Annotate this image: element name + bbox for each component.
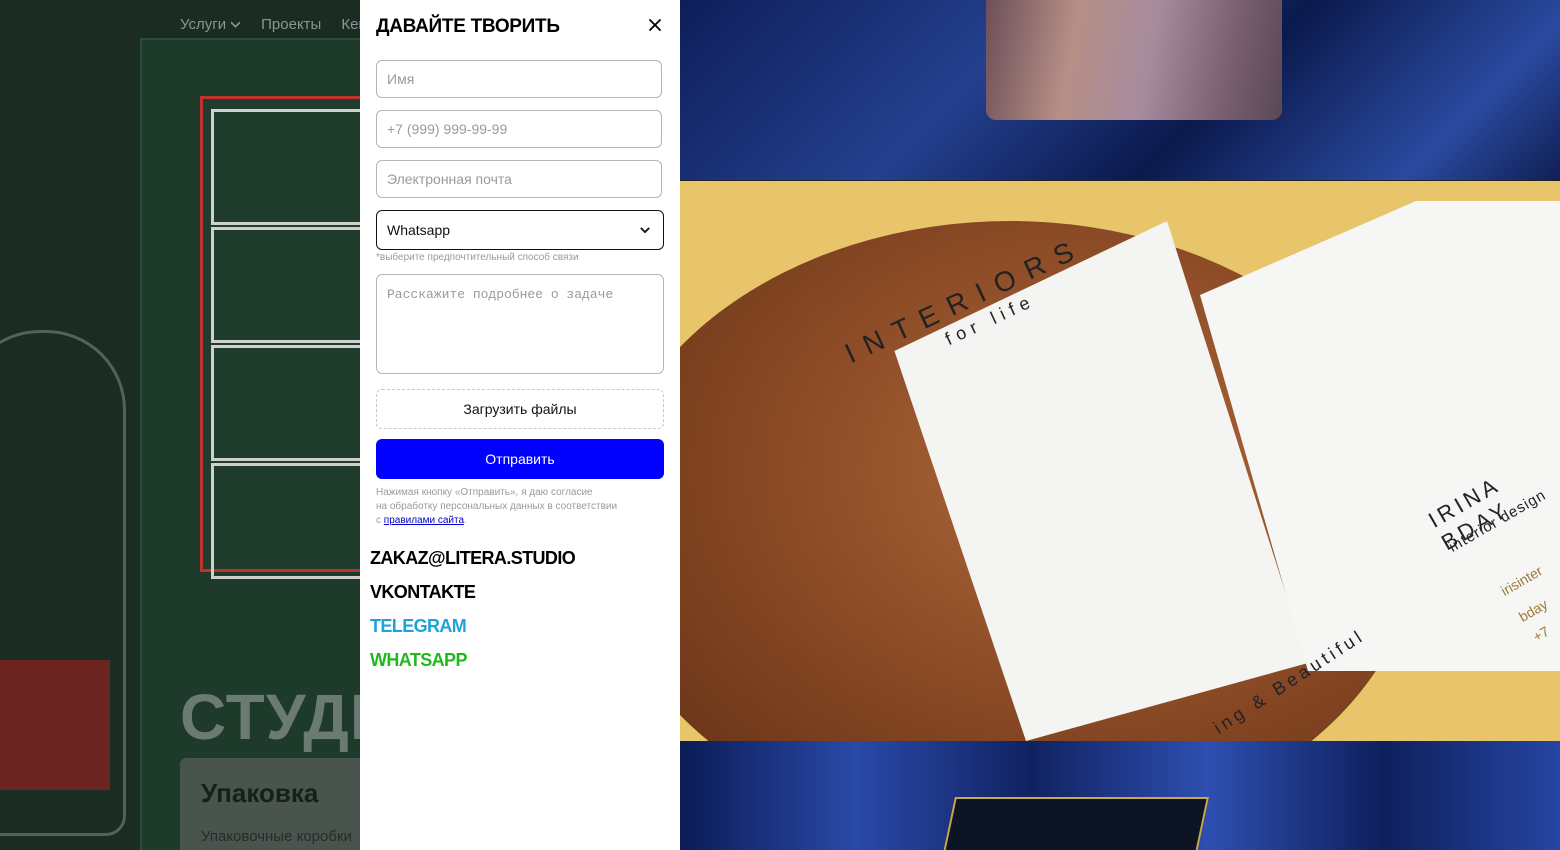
close-icon[interactable] — [646, 16, 664, 34]
consent-line: Нажимая кнопку «Отправить», я даю соглас… — [376, 487, 593, 498]
upload-files-button[interactable]: Загрузить файлы — [376, 389, 664, 429]
nav-item-label: Кей — [341, 16, 360, 33]
site-rules-link[interactable]: правилами сайта — [384, 515, 464, 526]
phone-input[interactable] — [376, 110, 662, 148]
form-title: ДАВАЙТЕ ТВОРИТЬ — [376, 16, 560, 37]
consent-line: с — [376, 515, 384, 526]
consent-line: на обработку персональных данных в соотв… — [376, 501, 618, 512]
background-hero-title: СТУДИ — [180, 681, 360, 753]
portfolio-photo-card-on-satin — [680, 0, 1560, 180]
upload-files-label: Загрузить файлы — [463, 401, 577, 417]
nav-item-projects[interactable]: Проекты — [261, 16, 321, 33]
background-shelf-illustration — [200, 96, 360, 579]
contact-form-panel: ДАВАЙТЕ ТВОРИТЬ Whatsapp *выберите предп… — [360, 0, 680, 850]
photo-box-object — [937, 797, 1209, 850]
service-card-title: Упаковка — [201, 778, 319, 808]
chevron-down-icon — [230, 21, 241, 28]
background-page: Услуги Проекты Кей СТУДИ Упаковка Упаков… — [0, 0, 360, 850]
email-contact-link[interactable]: ZAKAZ@LITERA.STUDIO — [370, 548, 576, 569]
background-service-card[interactable]: Упаковка Упаковочные коробки — [180, 758, 360, 850]
service-card-subtitle: Упаковочные коробки — [201, 828, 352, 845]
message-textarea[interactable] — [376, 274, 664, 374]
portfolio-photo-business-cards: INTERIORS for life ing & Beautiful IRINA… — [680, 181, 1560, 741]
name-input[interactable] — [376, 60, 662, 98]
background-nav: Услуги Проекты Кей — [180, 16, 360, 33]
whatsapp-link[interactable]: WHATSAPP — [370, 650, 467, 671]
contact-method-hint: *выберите предпочтительный способ связи — [376, 252, 579, 263]
chevron-down-icon — [640, 227, 650, 234]
telegram-link[interactable]: TELEGRAM — [370, 616, 467, 637]
nav-item-label: Услуги — [180, 16, 227, 33]
background-gift-illustration — [0, 660, 110, 790]
nav-item-services[interactable]: Услуги — [180, 16, 241, 33]
contact-method-select[interactable]: Whatsapp — [376, 210, 664, 250]
consent-text: Нажимая кнопку «Отправить», я даю соглас… — [376, 486, 666, 528]
email-input[interactable] — [376, 160, 662, 198]
nav-item-label: Проекты — [261, 16, 322, 33]
submit-button[interactable]: Отправить — [376, 439, 664, 479]
photo-card-object — [986, 0, 1282, 120]
consent-suffix: . — [464, 515, 467, 526]
contact-method-value: Whatsapp — [387, 222, 451, 238]
vkontakte-link[interactable]: VKONTAKTE — [370, 582, 476, 603]
portfolio-photo-dark-box — [680, 741, 1560, 850]
nav-item-cases[interactable]: Кей — [341, 16, 360, 33]
